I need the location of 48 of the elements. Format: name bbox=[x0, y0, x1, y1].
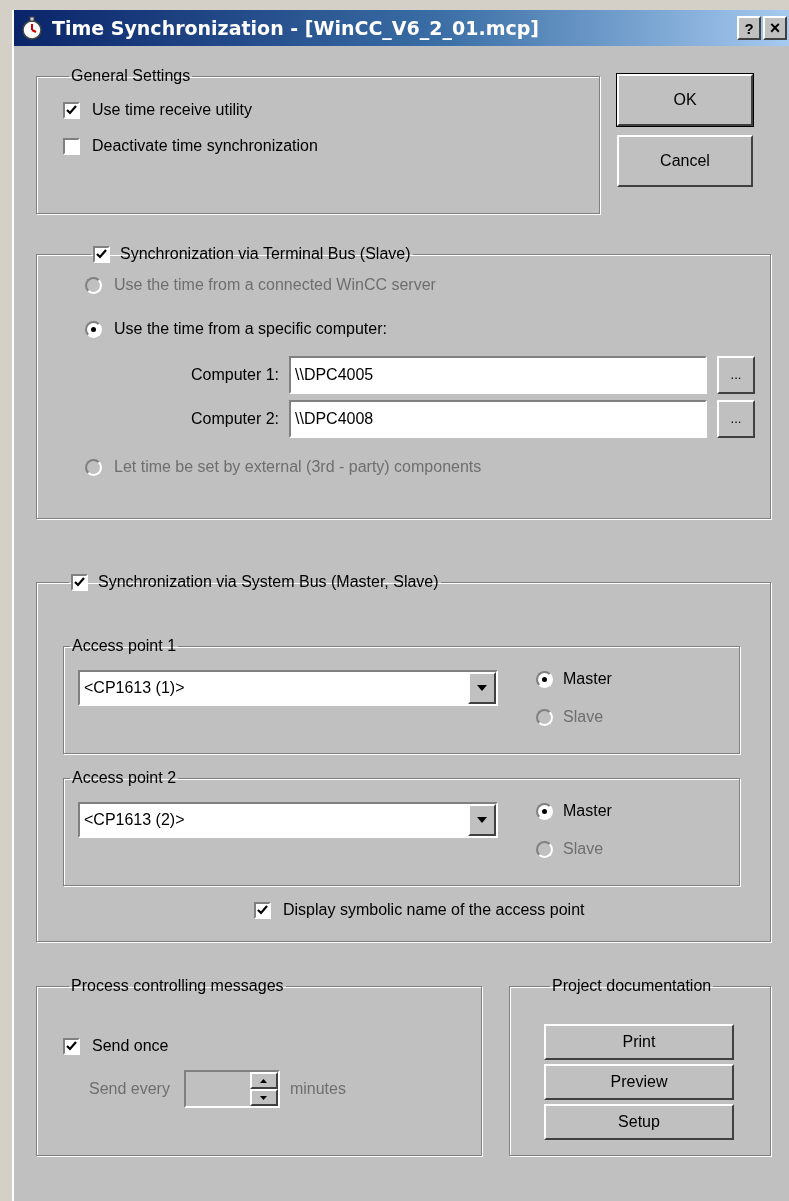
group-title: Project documentation bbox=[552, 977, 712, 994]
checkbox[interactable] bbox=[93, 245, 110, 263]
group-title: Access point 1 bbox=[72, 637, 177, 654]
stopwatch-icon bbox=[20, 16, 44, 40]
field-label: Send every bbox=[89, 1079, 170, 1099]
dropdown[interactable]: <CP1613 (2)> bbox=[78, 802, 498, 838]
checkbox-label: Use time receive utility bbox=[92, 100, 253, 120]
group-title: General Settings bbox=[71, 67, 191, 84]
browse-button[interactable]: ... bbox=[717, 400, 755, 438]
checkbox-label: Display symbolic name of the access point bbox=[283, 900, 585, 920]
dialog-button[interactable]: Print bbox=[544, 1024, 734, 1060]
option-label: Let time be set by external (3rd - party) components bbox=[114, 457, 482, 477]
dialog-button[interactable]: Preview bbox=[544, 1064, 734, 1100]
field-label: Computer 1: bbox=[189, 365, 280, 385]
option-label: Master bbox=[563, 801, 612, 821]
input-field[interactable]: \\DPC4005 bbox=[289, 356, 707, 394]
help-button[interactable]: ? bbox=[737, 16, 761, 40]
group-title: Process controlling messages bbox=[71, 977, 284, 994]
checkbox[interactable] bbox=[254, 901, 271, 919]
checkbox-label: Deactivate time synchronization bbox=[92, 136, 318, 156]
checkbox[interactable] bbox=[63, 101, 80, 119]
unit-label: minutes bbox=[289, 1079, 346, 1099]
checkbox[interactable] bbox=[63, 137, 80, 155]
option-label: Use the time from a connected WinCC server bbox=[114, 275, 436, 295]
radio-button[interactable] bbox=[85, 320, 102, 338]
browse-button[interactable]: ... bbox=[717, 356, 755, 394]
option-label: Use the time from a specific computer: bbox=[114, 319, 387, 339]
option-label: Master bbox=[563, 669, 612, 689]
group-title: Synchronization via System Bus (Master, Slave) bbox=[98, 572, 439, 592]
dropdown-value: <CP1613 (2)> bbox=[83, 810, 186, 830]
radio-button[interactable] bbox=[536, 670, 553, 688]
option-label: Slave bbox=[563, 839, 604, 859]
checkbox[interactable] bbox=[63, 1037, 80, 1055]
group-title: Access point 2 bbox=[72, 769, 177, 786]
dialog-button[interactable]: OK bbox=[617, 74, 753, 126]
group-title: Synchronization via Terminal Bus (Slave) bbox=[120, 244, 411, 264]
checkbox[interactable] bbox=[71, 573, 88, 591]
window-title: Time Synchronization - [WinCC_V6_2_01.mcp] bbox=[52, 15, 539, 42]
dialog-button[interactable]: Setup bbox=[544, 1104, 734, 1140]
radio-button[interactable] bbox=[536, 802, 553, 820]
field-label: Computer 2: bbox=[189, 409, 280, 429]
dropdown[interactable]: <CP1613 (1)> bbox=[78, 670, 498, 706]
option-label: Slave bbox=[563, 707, 604, 727]
close-button[interactable]: × bbox=[763, 16, 787, 40]
input-field[interactable]: \\DPC4008 bbox=[289, 400, 707, 438]
checkbox-label: Send once bbox=[92, 1036, 169, 1056]
dropdown-value: <CP1613 (1)> bbox=[83, 678, 186, 698]
dialog-button[interactable]: Cancel bbox=[617, 135, 753, 187]
